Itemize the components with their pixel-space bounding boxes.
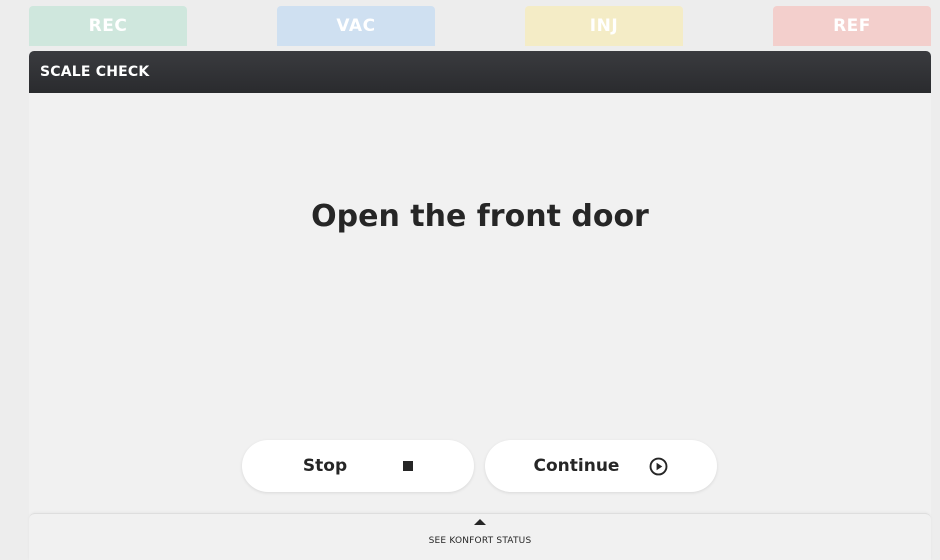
continue-button[interactable]: Continue (485, 440, 717, 492)
stop-button-label: Stop (302, 456, 348, 476)
stop-square-icon (403, 461, 414, 471)
tab-vac-label: VAC (336, 16, 376, 36)
see-konfort-status-toggle[interactable]: SEE KONFORT STATUS (29, 513, 931, 560)
tab-inj-label: INJ (589, 16, 619, 36)
caret-up-icon (474, 519, 486, 525)
scale-check-panel: SCALE CHECK Open the front door Stop Con… (29, 51, 931, 521)
process-tabs: REC VAC INJ REF (0, 0, 940, 48)
play-circle-icon (650, 457, 668, 475)
instruction-text: Open the front door (311, 199, 649, 234)
tab-vac[interactable]: VAC (277, 6, 435, 46)
panel-title: SCALE CHECK (40, 64, 150, 80)
tab-inj[interactable]: INJ (525, 6, 683, 46)
footer-label: SEE KONFORT STATUS (428, 536, 532, 546)
tab-ref[interactable]: REF (773, 6, 931, 46)
stop-button[interactable]: Stop (242, 440, 474, 492)
panel-header: SCALE CHECK (29, 51, 931, 93)
tab-rec[interactable]: REC (29, 6, 187, 46)
continue-button-label: Continue (533, 456, 620, 476)
tab-ref-label: REF (833, 16, 871, 36)
tab-rec-label: REC (88, 16, 128, 36)
